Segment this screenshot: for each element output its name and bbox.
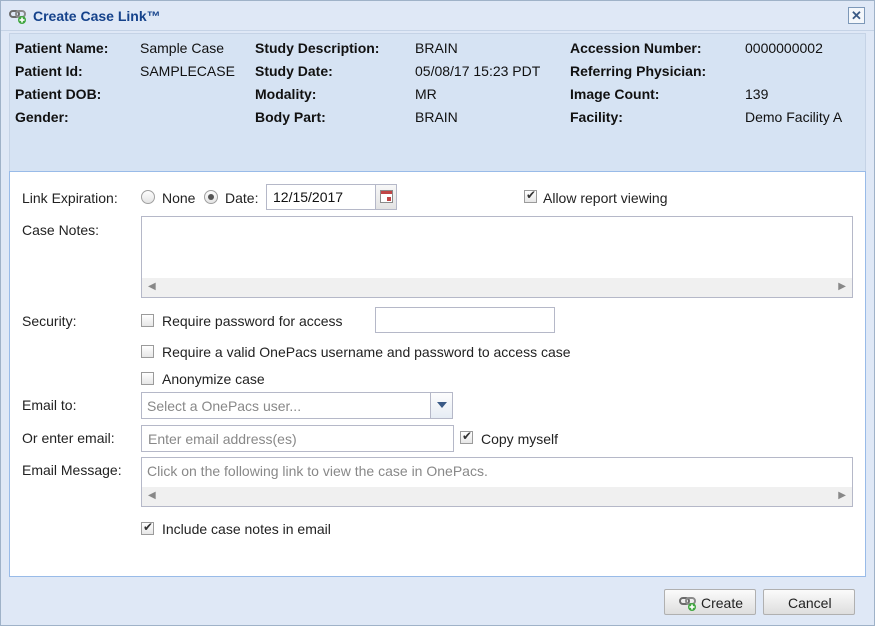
allow-report-checkbox[interactable] [524,188,537,203]
accession-number-label: Accession Number: [570,40,702,56]
accession-number-value: 0000000002 [745,40,823,56]
email-user-placeholder: Select a OnePacs user... [147,398,302,414]
create-button-label: Create [701,595,744,611]
create-case-link-dialog: Create Case Link™ ✕ Patient Name: Sample… [0,0,875,626]
email-message-text: Click on the following link to view the … [147,463,488,479]
include-notes-checkbox[interactable] [141,520,154,535]
email-input[interactable] [141,425,454,452]
patient-name-value: Sample Case [140,40,225,56]
case-notes-textarea[interactable]: ◀ ▶ [141,216,853,298]
study-date-value: 05/08/17 15:23 PDT [415,63,541,79]
modality-value: MR [415,86,437,102]
email-message-textarea[interactable]: Click on the following link to view the … [141,457,853,507]
allow-report-label[interactable]: Allow report viewing [543,190,668,206]
case-link-form: Link Expiration: None Date: Allow report… [9,171,866,577]
image-count-label: Image Count: [570,86,660,102]
expiration-date-input[interactable] [266,184,376,210]
patient-name-label: Patient Name: [15,40,109,56]
link-icon [9,8,29,24]
expiration-date-radio[interactable] [204,190,218,204]
require-password-checkbox[interactable] [141,314,154,327]
copy-myself-checkbox[interactable] [460,429,473,444]
body-part-value: BRAIN [415,109,458,125]
email-user-select[interactable]: Select a OnePacs user... [141,392,453,419]
date-picker-button[interactable] [375,184,397,210]
require-onepacs-label[interactable]: Require a valid OnePacs username and pas… [162,344,571,360]
close-icon: ✕ [851,8,862,23]
include-notes-label[interactable]: Include case notes in email [162,521,331,537]
study-description-label: Study Description: [255,40,380,56]
scroll-left-icon[interactable]: ◀ [148,490,156,501]
referring-physician-label: Referring Physician: [570,63,707,79]
cancel-button[interactable]: Cancel [763,589,855,615]
dialog-titlebar[interactable]: Create Case Link™ ✕ [1,1,874,31]
case-info-panel: Patient Name: Sample Case Patient Id: SA… [9,33,866,171]
case-notes-scrollbar[interactable]: ◀ ▶ [142,278,852,297]
patient-dob-label: Patient DOB: [15,86,102,102]
expiration-date-label[interactable]: Date: [225,190,258,206]
modality-label: Modality: [255,86,317,102]
email-message-scrollbar[interactable]: ◀ ▶ [142,487,852,506]
facility-value: Demo Facility A [745,109,843,125]
body-part-label: Body Part: [255,109,326,125]
or-enter-email-label: Or enter email: [22,430,115,446]
anonymize-checkbox[interactable] [141,372,154,385]
copy-myself-label[interactable]: Copy myself [481,431,558,447]
anonymize-label[interactable]: Anonymize case [162,371,265,387]
case-notes-label: Case Notes: [22,222,100,238]
scroll-right-icon[interactable]: ▶ [838,490,846,501]
facility-label: Facility: [570,109,623,125]
dialog-title: Create Case Link™ [33,8,161,24]
security-label: Security: [22,313,77,329]
expiration-none-label[interactable]: None [162,190,195,206]
require-password-label[interactable]: Require password for access [162,313,343,329]
email-to-label: Email to: [22,397,77,413]
link-expiration-label: Link Expiration: [22,190,118,206]
expiration-none-radio[interactable] [141,190,155,204]
study-date-label: Study Date: [255,63,333,79]
scroll-right-icon[interactable]: ▶ [838,281,846,292]
require-onepacs-checkbox[interactable] [141,345,154,358]
study-description-value: BRAIN [415,40,458,56]
cancel-button-label: Cancel [788,595,832,611]
link-icon [679,595,699,611]
calendar-icon [380,190,393,203]
chevron-down-icon[interactable] [430,393,452,418]
gender-label: Gender: [15,109,69,125]
create-button[interactable]: Create [664,589,756,615]
email-message-label: Email Message: [22,462,122,478]
patient-id-label: Patient Id: [15,63,83,79]
image-count-value: 139 [745,86,769,102]
password-input[interactable] [375,307,555,333]
patient-id-value: SAMPLECASE [140,63,235,79]
close-button[interactable]: ✕ [848,7,865,24]
scroll-left-icon[interactable]: ◀ [148,281,156,292]
